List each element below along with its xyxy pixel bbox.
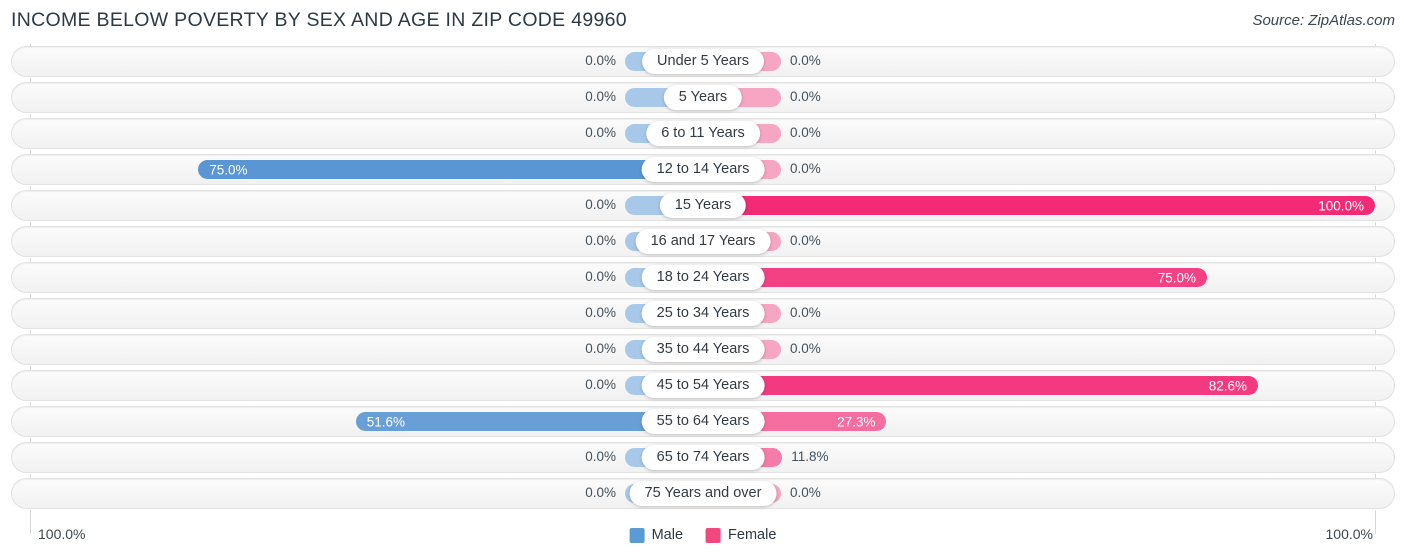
bar-value-female: 0.0% (790, 233, 821, 248)
category-label: 6 to 11 Years (646, 121, 760, 146)
bar-female: 100.0% (703, 196, 1375, 215)
category-label: 12 to 14 Years (641, 157, 765, 182)
category-label: 16 and 17 Years (635, 229, 771, 254)
chart-plot-area: 0.0% 0.0% Under 5 Years 0.0% 0.0% 5 Years 0.0%… (0, 44, 1406, 516)
legend-item-female[interactable]: Female (706, 527, 776, 543)
category-label: 18 to 24 Years (641, 265, 765, 290)
category-label: Under 5 Years (642, 49, 764, 74)
chart-row: 0.0% 0.0% Under 5 Years (0, 44, 1406, 80)
chart-page: INCOME BELOW POVERTY BY SEX AND AGE IN Z… (0, 0, 1406, 559)
bar-value-male: 75.0% (209, 162, 248, 177)
bar-value-male: 0.0% (585, 341, 616, 356)
category-label: 45 to 54 Years (641, 373, 765, 398)
bar-value-female: 0.0% (790, 485, 821, 500)
bar-value-female: 0.0% (790, 89, 821, 104)
bar-value-male: 0.0% (585, 305, 616, 320)
category-label: 65 to 74 Years (641, 445, 765, 470)
bar-value-male: 0.0% (585, 377, 616, 392)
category-label: 15 Years (659, 193, 747, 218)
chart-row: 0.0% 11.8% 65 to 74 Years (0, 440, 1406, 476)
axis-tick-left (30, 516, 31, 534)
bar-value-male: 0.0% (585, 89, 616, 104)
category-label: 55 to 64 Years (641, 409, 765, 434)
axis-max-left: 100.0% (38, 526, 86, 542)
bar-value-female: 82.6% (1208, 378, 1248, 393)
chart-row: 0.0% 0.0% 35 to 44 Years (0, 332, 1406, 368)
bar-value-female: 0.0% (790, 161, 821, 176)
chart-row: 0.0% 0.0% 75 Years and over (0, 476, 1406, 512)
chart-row: 0.0% 100.0% 15 Years (0, 188, 1406, 224)
chart-header: INCOME BELOW POVERTY BY SEX AND AGE IN Z… (0, 0, 1406, 44)
bar-value-male: 51.6% (366, 414, 406, 429)
legend-label: Male (651, 527, 684, 543)
bar-female: 82.6% (703, 376, 1259, 395)
page-title: INCOME BELOW POVERTY BY SEX AND AGE IN Z… (11, 9, 627, 31)
chart-row: 0.0% 0.0% 5 Years (0, 80, 1406, 116)
chart-legend: Male Female (629, 527, 776, 543)
bar-female: 75.0% (703, 268, 1207, 287)
source-attribution: Source: ZipAtlas.com (1252, 12, 1395, 29)
chart-row: 0.0% 0.0% 16 and 17 Years (0, 224, 1406, 260)
chart-row: 0.0% 75.0% 18 to 24 Years (0, 260, 1406, 296)
bar-value-male: 0.0% (585, 197, 616, 212)
chart-footer: 100.0% 100.0% Male Female (0, 516, 1406, 559)
bar-value-female: 0.0% (790, 305, 821, 320)
bar-value-male: 0.0% (585, 269, 616, 284)
bar-value-female: 11.8% (791, 449, 829, 464)
legend-item-male[interactable]: Male (629, 527, 684, 543)
category-label: 35 to 44 Years (641, 337, 765, 362)
axis-max-right: 100.0% (1325, 526, 1373, 542)
category-label: 25 to 34 Years (641, 301, 765, 326)
bar-value-female: 0.0% (790, 125, 821, 140)
category-label: 5 Years (663, 85, 743, 110)
bar-male: 75.0% (198, 160, 703, 179)
bar-value-male: 0.0% (585, 449, 616, 464)
axis-tick-right (1375, 516, 1376, 534)
chart-row: 51.6% 27.3% 55 to 64 Years (0, 404, 1406, 440)
legend-swatch-male (629, 527, 645, 543)
bar-value-male: 0.0% (585, 53, 616, 68)
bar-value-male: 0.0% (585, 233, 616, 248)
bar-value-female: 100.0% (1318, 198, 1364, 213)
bar-value-female: 75.0% (1157, 270, 1196, 285)
legend-label: Female (728, 527, 777, 543)
chart-row: 0.0% 82.6% 45 to 54 Years (0, 368, 1406, 404)
category-label: 75 Years and over (629, 481, 777, 506)
legend-swatch-female (706, 527, 722, 543)
chart-row: 0.0% 0.0% 25 to 34 Years (0, 296, 1406, 332)
chart-row: 75.0% 0.0% 12 to 14 Years (0, 152, 1406, 188)
chart-row: 0.0% 0.0% 6 to 11 Years (0, 116, 1406, 152)
bar-value-female: 0.0% (790, 53, 821, 68)
bar-value-male: 0.0% (585, 485, 616, 500)
bar-value-female: 27.3% (837, 414, 876, 429)
bar-value-male: 0.0% (585, 125, 616, 140)
bar-value-female: 0.0% (790, 341, 821, 356)
